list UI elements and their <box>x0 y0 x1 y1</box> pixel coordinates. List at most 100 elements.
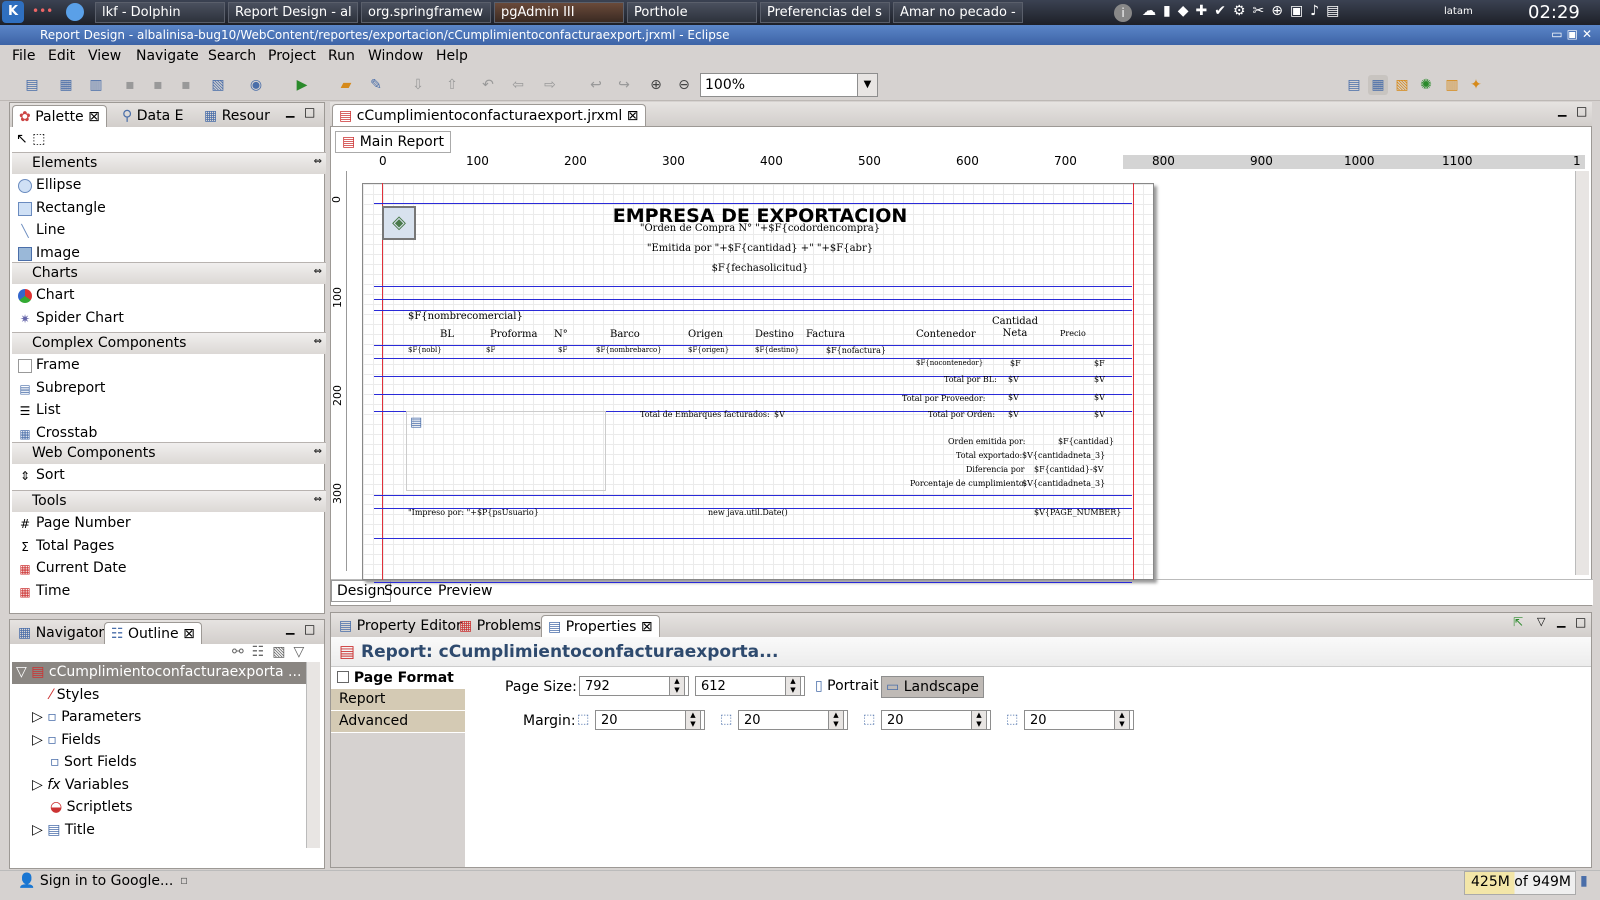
detail-contenedor[interactable]: $F{nocontenedor} <box>916 359 983 367</box>
perspective-team-icon[interactable]: ✦ <box>1466 75 1486 95</box>
header-origen[interactable]: Origen <box>688 329 723 340</box>
porcentaje-label[interactable]: Porcentaje de cumplimiento: <box>910 479 1026 488</box>
outline-item-title[interactable]: ▷ ▤ Title <box>32 822 95 838</box>
diferencia-label[interactable]: Diferencia por <box>966 465 1025 474</box>
print-icon[interactable]: ▪ <box>176 75 196 95</box>
palette-section-web[interactable]: Web Components ⇔ <box>12 442 326 464</box>
layout-label[interactable]: latam <box>1444 6 1473 17</box>
margin-top-stepper[interactable]: ▲ ▼ <box>685 710 701 730</box>
section-advanced[interactable]: Advanced <box>331 711 465 732</box>
close-icon[interactable]: ⊠ <box>641 619 653 635</box>
detail-precio[interactable]: $F <box>1094 359 1105 368</box>
header-cantidad-neta[interactable]: Cantidad Neta <box>992 316 1038 340</box>
subreport-element[interactable] <box>406 411 606 491</box>
section-report[interactable]: Report <box>331 689 465 710</box>
orden-emitida-value[interactable]: $F{cantidad} <box>1058 437 1114 446</box>
google-signin[interactable]: 👤 Sign in to Google... <box>18 873 173 889</box>
total-proveedor-label[interactable]: Total por Proveedor: <box>902 394 985 403</box>
total-embarques-label[interactable]: Total de Embarques facturados: <box>640 410 770 419</box>
total-bl-label[interactable]: Total por BL: <box>944 375 997 384</box>
palette-item-image[interactable]: Image <box>18 245 80 261</box>
menu-search[interactable]: Search <box>208 48 256 64</box>
palette-item-current-date[interactable]: ▦ Current Date <box>19 560 126 576</box>
expand-icon[interactable]: ▷ <box>32 777 43 793</box>
tab-palette[interactable]: ✿ Palette ⊠ <box>12 105 107 127</box>
palette-item-ellipse[interactable]: Ellipse <box>18 177 81 193</box>
zoom-out-icon[interactable]: ⊖ <box>674 75 694 95</box>
info-icon[interactable]: i <box>1114 4 1132 22</box>
minimize-icon[interactable]: ▁ <box>286 622 294 635</box>
header-bl[interactable]: BL <box>440 329 454 340</box>
palette-item-sort[interactable]: ⇕ Sort <box>20 467 65 483</box>
porcentaje-value[interactable]: $V{cantidadneta_3} <box>1022 479 1105 488</box>
detail-n[interactable]: $F <box>558 346 567 354</box>
diferencia-value[interactable]: $F{cantidad}-$V <box>1034 465 1104 474</box>
task-amar[interactable]: Amar no pecado - <box>893 2 1023 23</box>
maximize-icon[interactable]: □ <box>1576 104 1587 118</box>
palette-item-chart[interactable]: Chart <box>18 287 74 303</box>
menu-project[interactable]: Project <box>268 48 316 64</box>
redo-icon[interactable]: ↪ <box>614 75 634 95</box>
editor-vertical-scrollbar[interactable] <box>1575 171 1589 575</box>
margin-left-stepper[interactable]: ▲ ▼ <box>971 710 987 730</box>
minimize-icon[interactable]: ▁ <box>1557 615 1565 628</box>
perspective-report-icon[interactable]: ▦ <box>1368 75 1388 95</box>
total-embarques-value[interactable]: $V <box>774 410 785 419</box>
task-report-design[interactable]: Report Design - al <box>228 2 358 23</box>
menu-navigate[interactable]: Navigate <box>136 48 199 64</box>
tray-icons[interactable]: ☁▮◆✚✔⚙✂⊕▣♪▤ <box>1142 3 1346 19</box>
total-proveedor-value-2[interactable]: $V <box>1094 393 1105 402</box>
palette-item-page-number[interactable]: # Page Number <box>20 515 131 531</box>
outline-item-scriptlets[interactable]: ◒ Scriptlets <box>50 799 133 815</box>
report-nombre[interactable]: $F{nombrecomercial} <box>408 311 523 322</box>
menu-help[interactable]: Help <box>436 48 468 64</box>
collapse-icon[interactable]: ⇔ <box>314 266 322 277</box>
header-factura[interactable]: Factura <box>806 329 845 340</box>
tree-icon[interactable]: ☷ <box>252 644 273 660</box>
tab-main-report[interactable]: ▤ Main Report <box>335 131 451 153</box>
total-proveedor-value[interactable]: $V <box>1008 393 1019 402</box>
collapse-icon[interactable]: ⇔ <box>314 446 322 457</box>
trash-icon[interactable]: ▮ <box>1580 873 1588 889</box>
thumbnail-icon[interactable]: ▧ <box>272 644 293 660</box>
total-bl-value[interactable]: $V <box>1008 375 1019 384</box>
menu-window[interactable]: Window <box>368 48 423 64</box>
expand-icon[interactable]: ▷ <box>32 822 43 838</box>
expand-icon[interactable]: ▷ <box>32 709 43 725</box>
footer-impreso[interactable]: "Impreso por: "+$P{psUsuario} <box>408 508 539 517</box>
pin-icon[interactable]: ⇱ <box>1513 615 1523 629</box>
view-menu-icon[interactable]: ▽ <box>1537 615 1545 628</box>
section-page-format[interactable]: Page Format <box>331 667 465 689</box>
last-edit-icon[interactable]: ↶ <box>478 75 498 95</box>
pen-icon[interactable]: ✎ <box>366 75 386 95</box>
palette-item-list[interactable]: ☰ List <box>20 402 61 418</box>
detail-barco[interactable]: $F{nombrebarco} <box>596 346 662 354</box>
margin-right-stepper[interactable]: ▲ ▼ <box>1114 710 1130 730</box>
menu-run[interactable]: Run <box>328 48 355 64</box>
footer-date[interactable]: new java.util.Date() <box>708 508 788 517</box>
report-order[interactable]: "Orden de Compra N° "+$F{codordencompra} <box>560 223 960 234</box>
checkbox-icon[interactable] <box>337 671 349 683</box>
menu-edit[interactable]: Edit <box>48 48 75 64</box>
perspective-data-icon[interactable]: ▧ <box>1392 75 1412 95</box>
palette-item-frame[interactable]: Frame <box>18 357 80 373</box>
palette-item-rectangle[interactable]: Rectangle <box>18 200 106 216</box>
palette-item-subreport[interactable]: ▤ Subreport <box>19 380 105 396</box>
task-preferencias[interactable]: Preferencias del s <box>760 2 890 23</box>
outline-item-sort-fields[interactable]: ▫ Sort Fields <box>50 754 137 770</box>
open-icon[interactable]: ▦ <box>56 75 76 95</box>
tab-jrxml-file[interactable]: ▤ cCumplimientoconfacturaexport.jrxml ⊠ <box>332 104 646 126</box>
header-proforma[interactable]: Proforma <box>490 329 537 340</box>
tab-resources[interactable]: ▦ Resour <box>198 105 276 127</box>
save-icon[interactable]: ▪ <box>120 75 140 95</box>
tab-property-editor[interactable]: ▤ Property Editor <box>333 615 468 637</box>
total-bl-value-2[interactable]: $V <box>1094 375 1105 384</box>
maximize-icon[interactable]: □ <box>304 105 315 119</box>
footer-page-number[interactable]: $V{PAGE_NUMBER} <box>1034 508 1121 517</box>
palette-section-tools[interactable]: Tools ⇔ <box>12 490 326 512</box>
outline-item-fields[interactable]: ▷ ▫ Fields <box>32 732 101 748</box>
zoom-combo[interactable]: 100% ▼ <box>700 73 878 97</box>
collapse-icon[interactable]: ⇔ <box>314 494 322 505</box>
close-icon[interactable]: ⊠ <box>627 108 639 124</box>
undo-icon[interactable]: ↩ <box>586 75 606 95</box>
